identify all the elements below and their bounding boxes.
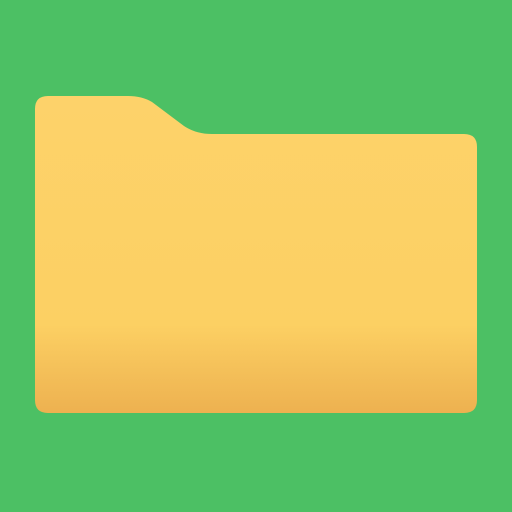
folder-icon[interactable] [0,0,512,512]
app-icon-canvas [0,0,512,512]
folder-body [35,96,477,413]
